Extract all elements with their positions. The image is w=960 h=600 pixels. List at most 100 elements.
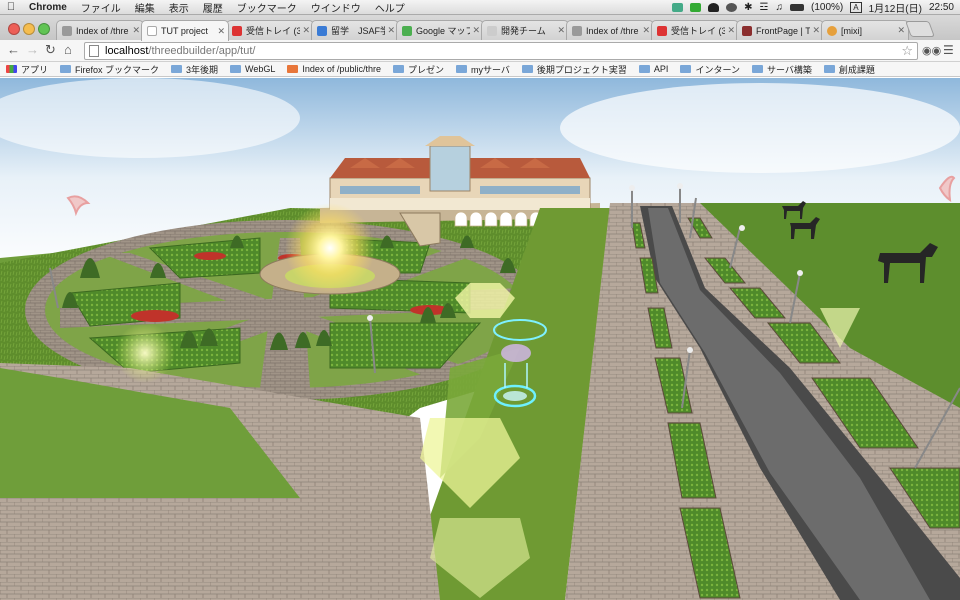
menu-app-name[interactable]: Chrome xyxy=(22,2,74,13)
folder-icon xyxy=(752,65,763,73)
dropbox-icon[interactable] xyxy=(672,2,684,12)
folder-icon xyxy=(60,65,72,73)
menubar-date[interactable]: 1月12日(日) xyxy=(869,0,922,15)
tab-close-icon[interactable]: ✕ xyxy=(132,25,140,36)
gmail-icon xyxy=(657,25,667,36)
bookmark-project[interactable]: 後期プロジェクト実習 xyxy=(521,63,627,76)
home-icon[interactable]: ⌂ xyxy=(64,43,72,57)
bookmark-myserver[interactable]: myサーバ xyxy=(455,63,510,76)
bookmark-label: インターン xyxy=(695,64,740,75)
extension-glasses-icon[interactable]: ◉◉ xyxy=(922,44,941,58)
bookmark-intern[interactable]: インターン xyxy=(680,63,740,76)
tab-close-icon[interactable]: ✕ xyxy=(557,25,565,36)
menu-hamburger-icon[interactable]: ☰ xyxy=(943,43,954,57)
menu-view[interactable]: 表示 xyxy=(162,0,196,15)
tab-title: 受信トレイ (33 xyxy=(246,26,300,36)
bookmark-label: プレゼン xyxy=(407,64,444,75)
tab-index-thre-2[interactable]: Index of /thre ✕ xyxy=(566,20,654,40)
site-icon xyxy=(317,25,327,36)
app-status-icon[interactable] xyxy=(708,2,720,12)
glow-marker xyxy=(115,323,175,383)
tab-title: 開発チーム m xyxy=(501,26,555,36)
folder-icon xyxy=(455,65,467,73)
menu-history[interactable]: 履歴 xyxy=(196,0,230,15)
page-icon xyxy=(572,25,582,36)
bookmark-sousei[interactable]: 創成課題 xyxy=(823,63,875,76)
bookmark-label: 3年後期 xyxy=(186,64,219,75)
tab-mixi[interactable]: [mixi] ✕ xyxy=(821,20,909,40)
tab-close-icon[interactable]: ✕ xyxy=(302,25,310,36)
folder-icon xyxy=(392,65,404,73)
bookmark-server[interactable]: サーバ構築 xyxy=(752,63,812,76)
bookmark-firefox[interactable]: Firefox ブックマーク xyxy=(60,63,159,76)
tab-title: Index of /thre xyxy=(76,25,129,36)
bookmark-api[interactable]: API xyxy=(638,64,669,74)
tab-dev-team[interactable]: 開発チーム m✕ xyxy=(481,20,569,40)
bookmark-star-icon[interactable]: ☆ xyxy=(901,43,913,58)
bookmark-presen[interactable]: プレゼン xyxy=(392,63,444,76)
bookmark-label: Index of /public/thre xyxy=(302,64,381,74)
volume-icon[interactable]: ♫ xyxy=(776,2,784,13)
battery-icon[interactable] xyxy=(790,3,805,11)
bookmark-label: API xyxy=(653,64,669,74)
tab-title: 留学 JSAF学部 xyxy=(331,26,385,36)
apps-grid-icon xyxy=(6,65,17,73)
tab-close-icon[interactable]: ✕ xyxy=(472,25,480,36)
bluetooth-icon[interactable]: ✱ xyxy=(744,2,752,13)
bookmark-label: 創成課題 xyxy=(838,64,875,75)
tab-close-icon[interactable]: ✕ xyxy=(642,25,650,36)
tab-frontpage[interactable]: FrontPage | T ✕ xyxy=(736,20,824,40)
folder-icon xyxy=(521,65,533,73)
time-machine-icon[interactable] xyxy=(726,2,738,12)
url-host: localhost xyxy=(105,45,149,57)
tab-tut-project[interactable]: TUT project ✕ xyxy=(141,20,229,41)
menu-bookmarks[interactable]: ブックマーク xyxy=(230,0,304,15)
reload-icon[interactable]: ↻ xyxy=(45,43,56,57)
tab-close-icon[interactable]: ✕ xyxy=(727,25,735,36)
bookmark-index-public[interactable]: Index of /public/thre xyxy=(287,64,381,74)
input-source-icon[interactable]: A xyxy=(850,1,862,13)
mixi-icon xyxy=(827,25,837,36)
sun-glare xyxy=(285,203,375,293)
wifi-icon[interactable]: ☲ xyxy=(760,2,769,13)
menu-window[interactable]: ウインドウ xyxy=(304,0,368,15)
tab-title: 受信トレイ (33 xyxy=(671,26,725,36)
address-bar[interactable]: localhost/threedbuilder/app/tut/ ☆ xyxy=(84,42,918,60)
menubar-time[interactable]: 22:50 xyxy=(929,2,954,13)
tab-gmail-2[interactable]: 受信トレイ (33✕ xyxy=(651,20,739,40)
mac-menubar:  Chrome ファイル 編集 表示 履歴 ブックマーク ウインドウ ヘルプ … xyxy=(0,0,960,15)
tab-index-thre-1[interactable]: Index of /thre ✕ xyxy=(56,20,144,40)
close-window-button[interactable] xyxy=(8,23,20,35)
minimize-window-button[interactable] xyxy=(23,23,35,35)
zoom-window-button[interactable] xyxy=(38,23,50,35)
bookmark-label: アプリ xyxy=(21,64,49,75)
back-arrow-icon[interactable]: ← xyxy=(7,43,20,57)
bookmark-webgl[interactable]: WebGL xyxy=(230,64,275,74)
maps-icon xyxy=(402,25,412,36)
apple-menu-icon[interactable]:  xyxy=(0,1,22,13)
webgl-canvas[interactable] xyxy=(0,78,960,600)
menu-help[interactable]: ヘルプ xyxy=(368,0,412,15)
flower-bed-red xyxy=(194,252,226,260)
bookmark-label: 後期プロジェクト実習 xyxy=(536,64,627,75)
tab-close-icon[interactable]: ✕ xyxy=(897,25,905,36)
tab-jsaf[interactable]: 留学 JSAF学部✕ xyxy=(311,20,399,40)
forward-arrow-icon[interactable]: → xyxy=(26,43,39,57)
menu-file[interactable]: ファイル xyxy=(74,0,128,15)
bookmark-apps[interactable]: アプリ xyxy=(6,63,48,76)
tab-title: TUT project xyxy=(161,26,208,36)
bookmarks-bar: アプリ Firefox ブックマーク 3年後期 WebGL Index of /… xyxy=(0,62,960,77)
tab-close-icon[interactable]: ✕ xyxy=(217,26,225,37)
page-info-icon[interactable] xyxy=(89,45,99,57)
gmail-icon xyxy=(232,25,242,36)
evernote-icon[interactable] xyxy=(690,2,702,12)
menu-edit[interactable]: 編集 xyxy=(128,0,162,15)
bookmark-3nen[interactable]: 3年後期 xyxy=(171,63,218,76)
new-tab-button[interactable] xyxy=(905,21,935,37)
tab-close-icon[interactable]: ✕ xyxy=(387,25,395,36)
tab-close-icon[interactable]: ✕ xyxy=(812,25,820,36)
tab-gmail-1[interactable]: 受信トレイ (33✕ xyxy=(226,20,314,40)
campus-3d-scene xyxy=(0,78,960,600)
tab-google-maps[interactable]: Google マップ ✕ xyxy=(396,20,484,40)
folder-icon xyxy=(638,65,650,73)
